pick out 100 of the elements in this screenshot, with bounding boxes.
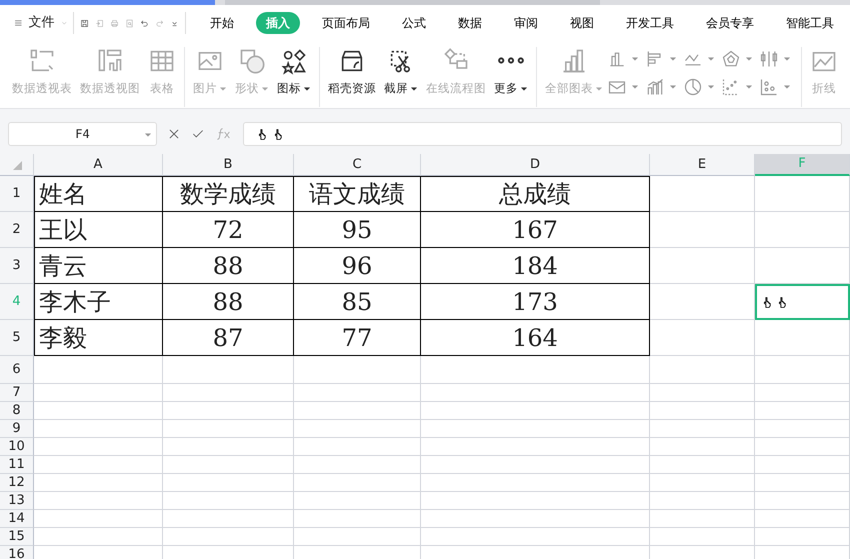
empty-cell[interactable] <box>650 384 755 402</box>
pie-chart-icon[interactable] <box>683 77 703 97</box>
empty-cell[interactable] <box>421 420 650 438</box>
empty-cell[interactable] <box>755 212 850 248</box>
empty-cell[interactable] <box>755 456 850 474</box>
row-header[interactable]: 5 <box>0 320 34 356</box>
toolbar-button[interactable]: 图标 <box>273 47 315 98</box>
radar-chart-icon[interactable] <box>721 49 741 69</box>
empty-cell[interactable] <box>294 356 421 384</box>
ribbon-tab[interactable]: 开始 <box>200 12 244 34</box>
row-header[interactable]: 15 <box>0 528 34 546</box>
empty-cell[interactable] <box>755 356 850 384</box>
toolbar-button[interactable]: 稻壳资源 <box>324 47 380 98</box>
formula-field[interactable] <box>243 122 842 146</box>
row-header[interactable]: 1 <box>0 176 34 212</box>
column-header[interactable]: E <box>650 154 755 176</box>
row-header[interactable]: 2 <box>0 212 34 248</box>
caret-icon[interactable] <box>669 83 677 91</box>
toolbar-button[interactable]: 更多 <box>490 47 532 98</box>
empty-cell[interactable] <box>294 456 421 474</box>
column-header[interactable]: B <box>163 154 294 176</box>
column-header[interactable]: A <box>34 154 163 176</box>
ribbon-tab[interactable]: 开发工具 <box>616 12 684 34</box>
empty-cell[interactable] <box>650 528 755 546</box>
empty-cell[interactable] <box>163 402 294 420</box>
stock-chart-icon[interactable] <box>759 49 779 69</box>
column-header[interactable]: D <box>421 154 650 176</box>
empty-cell[interactable] <box>421 438 650 456</box>
empty-cell[interactable] <box>755 528 850 546</box>
row-header[interactable]: 8 <box>0 402 34 420</box>
caret-icon[interactable] <box>707 83 715 91</box>
empty-cell[interactable] <box>650 420 755 438</box>
caret-icon[interactable] <box>783 55 791 63</box>
empty-cell[interactable] <box>755 510 850 528</box>
row-header[interactable]: 3 <box>0 248 34 284</box>
row-header[interactable]: 11 <box>0 456 34 474</box>
caret-icon[interactable] <box>144 131 152 139</box>
empty-cell[interactable] <box>163 420 294 438</box>
empty-cell[interactable] <box>755 384 850 402</box>
empty-cell[interactable] <box>650 492 755 510</box>
empty-cell[interactable] <box>163 474 294 492</box>
empty-cell[interactable] <box>421 474 650 492</box>
empty-cell[interactable] <box>421 528 650 546</box>
corner-triangle-icon[interactable] <box>10 158 22 170</box>
empty-cell[interactable] <box>650 438 755 456</box>
empty-cell[interactable] <box>755 438 850 456</box>
empty-cell[interactable] <box>163 492 294 510</box>
empty-cell[interactable] <box>650 284 755 320</box>
empty-cell[interactable] <box>755 474 850 492</box>
empty-cell[interactable] <box>294 528 421 546</box>
row-header[interactable]: 6 <box>0 356 34 384</box>
empty-cell[interactable] <box>294 492 421 510</box>
caret-icon[interactable] <box>745 83 753 91</box>
selected-cell[interactable] <box>755 284 850 320</box>
bubble-chart-icon[interactable] <box>759 77 779 97</box>
ribbon-tab[interactable]: 视图 <box>560 12 604 34</box>
toolbar-button[interactable]: 截屏 <box>380 47 422 98</box>
empty-cell[interactable] <box>650 176 755 212</box>
empty-cell[interactable] <box>650 402 755 420</box>
empty-cell[interactable] <box>650 456 755 474</box>
combo-chart-icon[interactable] <box>645 77 665 97</box>
empty-cell[interactable] <box>163 456 294 474</box>
empty-cell[interactable] <box>650 510 755 528</box>
empty-cell[interactable] <box>421 356 650 384</box>
empty-cell[interactable] <box>294 510 421 528</box>
caret-icon[interactable] <box>631 55 639 63</box>
row-header[interactable]: 7 <box>0 384 34 402</box>
empty-cell[interactable] <box>650 248 755 284</box>
ribbon-tab[interactable]: 智能工具 <box>776 12 844 34</box>
empty-cell[interactable] <box>163 438 294 456</box>
empty-cell[interactable] <box>650 356 755 384</box>
caret-icon[interactable] <box>631 83 639 91</box>
empty-cell[interactable] <box>163 510 294 528</box>
select-all-corner[interactable] <box>0 154 34 176</box>
empty-cell[interactable] <box>421 492 650 510</box>
ribbon-tab[interactable]: 数据 <box>448 12 492 34</box>
empty-cell[interactable] <box>650 474 755 492</box>
empty-cell[interactable] <box>755 402 850 420</box>
ribbon-tab[interactable]: 审阅 <box>504 12 548 34</box>
empty-cell[interactable] <box>421 456 650 474</box>
empty-cell[interactable] <box>294 402 421 420</box>
empty-cell[interactable] <box>163 356 294 384</box>
caret-icon[interactable] <box>783 83 791 91</box>
empty-cell[interactable] <box>755 248 850 284</box>
empty-cell[interactable] <box>421 510 650 528</box>
caret-icon[interactable] <box>707 55 715 63</box>
row-header[interactable]: 9 <box>0 420 34 438</box>
cancel-icon[interactable] <box>167 127 181 141</box>
empty-cell[interactable] <box>294 420 421 438</box>
row-header[interactable]: 13 <box>0 492 34 510</box>
name-box[interactable]: F4 <box>8 122 157 146</box>
empty-cell[interactable] <box>294 474 421 492</box>
empty-cell[interactable] <box>163 384 294 402</box>
ribbon-tab[interactable]: 页面布局 <box>312 12 380 34</box>
ribbon-tab[interactable]: 会员专享 <box>696 12 764 34</box>
caret-icon[interactable] <box>669 55 677 63</box>
empty-cell[interactable] <box>650 320 755 356</box>
empty-cell[interactable] <box>755 492 850 510</box>
row-header[interactable]: 14 <box>0 510 34 528</box>
empty-cell[interactable] <box>755 176 850 212</box>
